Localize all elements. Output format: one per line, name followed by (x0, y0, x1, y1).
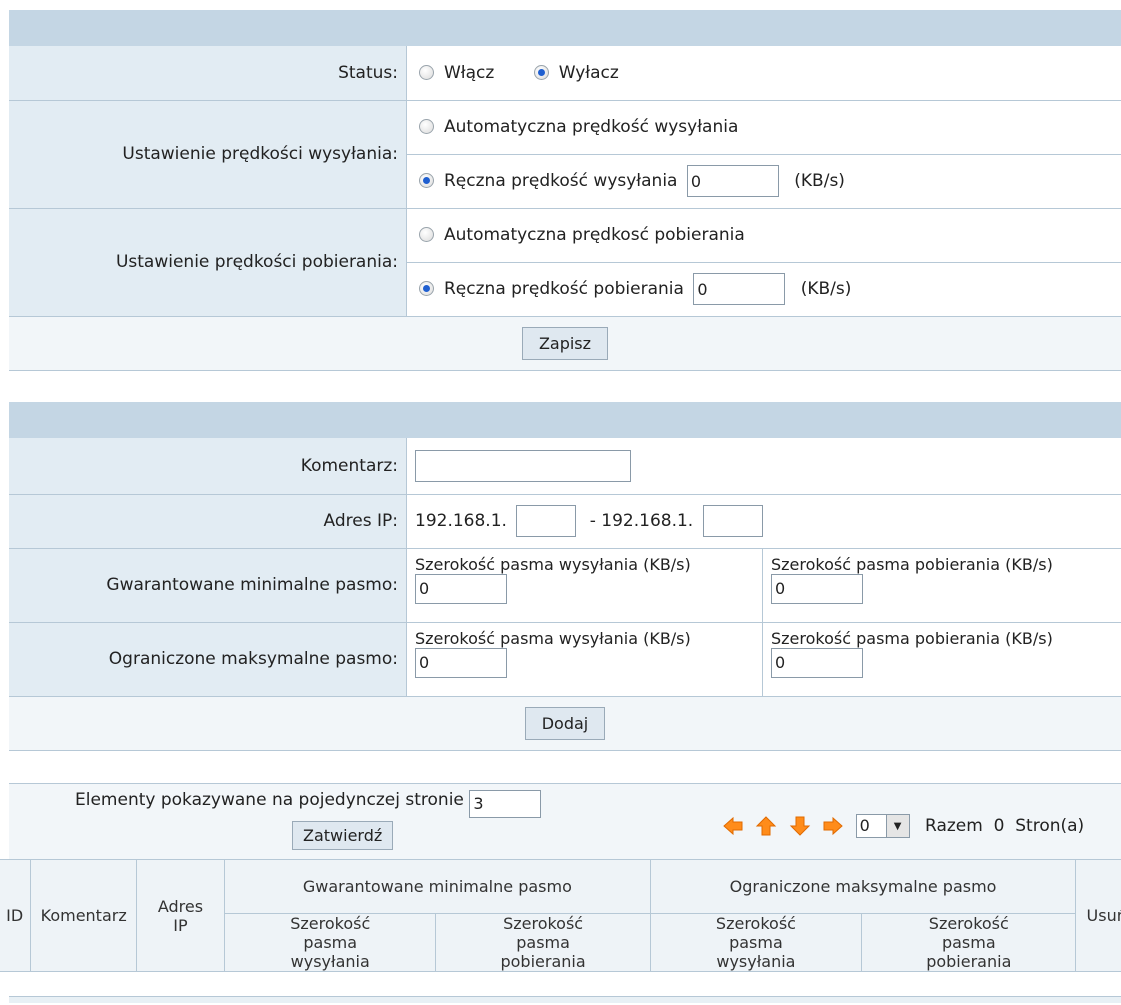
radio-off-icon[interactable] (419, 64, 434, 80)
comment-label: Komentarz: (9, 438, 407, 495)
max-bandwidth-label: Ograniczone maksymalne pasmo: (9, 622, 407, 697)
status-on-option[interactable]: Włącz (419, 63, 500, 83)
per-page-input[interactable]: 3 (469, 790, 542, 818)
radio-on-icon[interactable] (533, 64, 549, 80)
ip-start-input[interactable] (516, 505, 577, 537)
chevron-down-icon[interactable]: ▼ (885, 815, 909, 837)
radio-on-icon[interactable] (419, 281, 434, 296)
download-manual-option[interactable]: Ręczna prędkość pobierania 0 (KB/s) (406, 262, 1121, 317)
upload-auto-option[interactable]: Automatyczna prędkość wysyłania (406, 100, 1121, 155)
page-select[interactable]: 0 ▼ (855, 814, 910, 838)
upload-auto-text: Automatyczna prędkość wysyłania (444, 117, 739, 137)
upload-unit: (KB/s) (794, 171, 845, 191)
first-page-icon[interactable] (722, 816, 744, 836)
radio-on-icon[interactable] (419, 173, 434, 188)
upload-setting-label: Ustawienie prędkości wysyłania: (9, 100, 407, 209)
col-max-upload: Szerokość pasma wysyłania (649, 913, 863, 972)
status-off-text: Wyłacz (558, 62, 619, 83)
col-ip: Adres IP (135, 859, 225, 972)
speed-settings-form: Status: Włącz Wyłacz Ustawienie prędkośc… (9, 46, 1121, 371)
col-max-download: Szerokość pasma pobierania (861, 913, 1077, 972)
add-button[interactable]: Dodaj (524, 706, 606, 740)
min-upload-input[interactable]: 0 (415, 573, 507, 604)
page-select-value: 0 (859, 816, 870, 835)
speed-panel-titlebar (9, 10, 1121, 46)
ip-label: Adres IP: (9, 494, 407, 549)
next-page-icon[interactable] (789, 816, 811, 836)
download-unit: (KB/s) (800, 279, 852, 299)
col-min-upload: Szerokość pasma wysyłania (223, 913, 437, 972)
total-pages-text: Razem 0 Stron(a) (925, 816, 1085, 836)
upload-manual-text: Ręczna prędkość wysyłania (444, 171, 678, 191)
max-upload-label: Szerokość pasma wysyłania (KB/s) (415, 628, 691, 648)
max-upload-input[interactable]: 0 (415, 647, 507, 678)
pager-bar: Elementy pokazywane na pojedynczej stron… (9, 783, 1121, 860)
upload-manual-option[interactable]: Ręczna prędkość wysyłania 0 (KB/s) (406, 154, 1121, 209)
radio-off-icon[interactable] (419, 119, 434, 134)
last-page-icon[interactable] (822, 816, 844, 836)
status-label: Status: (9, 46, 407, 101)
status-off-option[interactable]: Wyłacz (533, 62, 619, 83)
col-delete: Usuń (1075, 859, 1121, 972)
col-min-group: Gwarantowane minimalne pasmo (223, 859, 651, 914)
download-manual-text: Ręczna prędkość pobierania (444, 279, 684, 299)
rules-table: ID Komentarz Adres IP Gwarantowane minim… (0, 859, 1121, 972)
max-download-label: Szerokość pasma pobierania (KB/s) (771, 628, 1053, 648)
rule-panel-titlebar (9, 402, 1121, 438)
max-download-input[interactable]: 0 (771, 647, 863, 678)
rule-form: Komentarz: Adres IP: 192.168.1. - 192.16… (9, 438, 1121, 751)
comment-input[interactable] (415, 449, 631, 482)
col-max-group: Ograniczone maksymalne pasmo (649, 859, 1077, 914)
download-speed-input[interactable]: 0 (693, 273, 786, 305)
confirm-button[interactable]: Zatwierdź (292, 821, 394, 850)
min-download-label: Szerokość pasma pobierania (KB/s) (771, 554, 1053, 574)
min-upload-label: Szerokość pasma wysyłania (KB/s) (415, 554, 691, 574)
previous-page-icon[interactable] (755, 816, 777, 836)
ip-prefix-end: - 192.168.1. (589, 511, 694, 531)
min-download-input[interactable]: 0 (771, 573, 863, 604)
table-footer-line (9, 996, 1121, 1003)
upload-speed-input[interactable]: 0 (686, 165, 779, 197)
download-auto-text: Automatyczna prędkosć pobierania (444, 225, 745, 245)
per-page-label: Elementy pokazywane na pojedynczej stron… (75, 790, 464, 810)
col-comment: Komentarz (30, 859, 137, 972)
radio-off-icon[interactable] (419, 227, 434, 242)
col-min-download: Szerokość pasma pobierania (435, 913, 651, 972)
download-auto-option[interactable]: Automatyczna prędkosć pobierania (406, 208, 1121, 263)
min-bandwidth-label: Gwarantowane minimalne pasmo: (9, 548, 407, 623)
ip-prefix-start: 192.168.1. (415, 511, 507, 531)
save-button[interactable]: Zapisz (521, 326, 609, 360)
col-id: ID (0, 859, 32, 972)
download-setting-label: Ustawienie prędkości pobierania: (9, 208, 407, 317)
ip-end-input[interactable] (702, 505, 763, 537)
status-on-text: Włącz (444, 62, 495, 83)
